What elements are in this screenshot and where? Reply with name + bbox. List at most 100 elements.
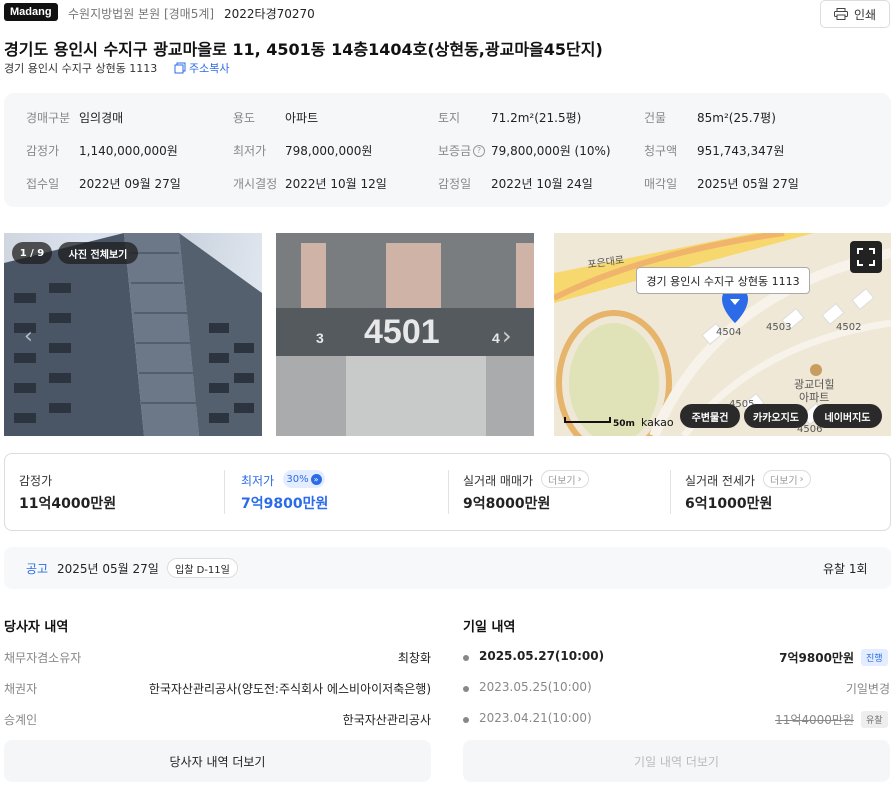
bid-dday-badge: 입찰 D-11일	[167, 558, 238, 578]
min-price-rate-badge[interactable]: 30% »	[283, 470, 325, 488]
svg-text:4501: 4501	[364, 313, 440, 351]
info-label: 매각일	[644, 177, 678, 191]
fullscreen-icon	[857, 248, 875, 266]
property-photo-number[interactable]: 3 4501 4 ›	[276, 233, 534, 436]
schedule-date: 2023.04.21(10:00)	[479, 711, 592, 725]
prev-arrow-icon: ‹	[24, 324, 33, 349]
info-value: 2022년 10월 24일	[491, 177, 593, 191]
actual-sale-value: 9억8000만원	[463, 496, 551, 512]
printer-icon	[833, 8, 848, 20]
copy-address-label: 주소복사	[189, 62, 230, 75]
party-label: 채권자	[4, 682, 38, 696]
more-label: 더보기	[548, 475, 576, 487]
info-value: 71.2m²(21.5평)	[491, 111, 582, 125]
info-value: 2022년 09월 27일	[79, 177, 181, 191]
parties-title: 당사자 내역	[4, 620, 69, 635]
actual-sale-label: 실거래 매매가	[463, 474, 534, 488]
next-arrow-icon: ›	[502, 322, 512, 350]
svg-text:4504: 4504	[716, 327, 741, 338]
min-price-rate: 30%	[286, 473, 309, 485]
svg-text:광교더힐: 광교더힐	[794, 378, 834, 391]
schedule-more-button[interactable]: 기일 내역 더보기	[463, 740, 890, 782]
auction-result: 유찰 1회	[823, 562, 868, 576]
info-value: 85m²(25.7평)	[697, 111, 776, 125]
schedule-value: 11억4000만원	[775, 713, 854, 727]
madang-logo[interactable]: Madang	[4, 3, 58, 21]
price-divider	[448, 470, 449, 514]
info-label: 감정일	[438, 177, 472, 191]
actual-rent-label: 실거래 전세가	[685, 474, 756, 488]
info-label: 감정가	[26, 144, 60, 158]
party-value: 한국자산관리공사(양도전:주식회사 에스비아이저축은행)	[148, 682, 431, 696]
notice-label: 공고	[26, 562, 49, 576]
info-value: 2022년 10월 12일	[285, 177, 387, 191]
svg-text:4503: 4503	[766, 322, 791, 333]
print-button[interactable]: 인쇄	[820, 0, 890, 28]
svg-text:50m: 50m	[613, 419, 635, 429]
svg-text:kakao: kakao	[641, 416, 674, 429]
min-price-label: 최저가	[241, 474, 275, 488]
poi-icon	[810, 364, 822, 376]
appraisal-label: 감정가	[19, 474, 53, 488]
photo-counter: 1 / 9	[12, 242, 52, 264]
naver-map-button[interactable]: 네이버지도	[813, 404, 882, 428]
timeline-dot	[463, 717, 469, 723]
timeline-dot	[463, 655, 469, 661]
info-label: 경매구분	[26, 111, 71, 125]
nearby-listings-button[interactable]: 주변물건	[680, 404, 740, 428]
chevron-right-icon: ›	[799, 473, 804, 485]
appraisal-value: 11억4000만원	[19, 496, 117, 512]
map-address-tooltip: 경기 용인시 수지구 상현동 1113	[636, 267, 810, 294]
double-chevron-down-icon: »	[310, 473, 322, 485]
court-name: 수원지방법원 본원 [경매5계]	[68, 7, 215, 21]
info-label: 청구액	[644, 144, 678, 158]
info-label: 최저가	[233, 144, 267, 158]
svg-text:3: 3	[316, 330, 324, 346]
info-value: 79,800,000원 (10%)	[491, 144, 611, 158]
view-all-photos-button[interactable]: 사진 전체보기	[58, 242, 138, 264]
party-value: 최창화	[397, 651, 431, 665]
info-label: 개시결정	[233, 177, 278, 191]
info-label: 용도	[233, 111, 256, 125]
price-divider	[670, 470, 671, 514]
print-label: 인쇄	[853, 7, 877, 22]
info-value: 임의경매	[79, 111, 124, 125]
schedule-title: 기일 내역	[463, 620, 516, 635]
schedule-value: 기일변경	[845, 682, 890, 696]
actual-sale-more-button[interactable]: 더보기 ›	[541, 470, 589, 488]
status-badge: 진행	[861, 649, 888, 666]
schedule-value: 7억9800만원	[779, 651, 854, 665]
more-label: 더보기	[770, 475, 798, 487]
info-label: 토지	[438, 111, 461, 125]
schedule-date: 2023.05.25(10:00)	[479, 680, 592, 694]
svg-text:4: 4	[492, 330, 500, 346]
map-fullscreen-button[interactable]	[850, 241, 882, 273]
actual-rent-more-button[interactable]: 더보기 ›	[763, 470, 811, 488]
info-value: 1,140,000,000원	[79, 144, 178, 158]
timeline-dot	[463, 686, 469, 692]
party-label: 채무자겸소유자	[4, 651, 82, 665]
building-sign-illustration: 3 4501 4 ›	[276, 233, 534, 436]
party-value: 한국자산관리공사	[342, 713, 431, 727]
min-price-value: 7억9800만원	[241, 496, 329, 512]
svg-text:4502: 4502	[836, 322, 861, 333]
svg-text:아파트: 아파트	[799, 391, 829, 404]
info-value: 951,743,347원	[697, 144, 785, 158]
schedule-date: 2025.05.27(10:00)	[479, 649, 605, 663]
notice-date: 2025년 05월 27일	[57, 562, 159, 576]
chevron-right-icon: ›	[577, 473, 582, 485]
page-title: 경기도 용인시 수지구 광교마을로 11, 4501동 14층1404호(상현동…	[4, 40, 603, 59]
price-divider	[224, 470, 225, 514]
copy-icon	[174, 62, 186, 74]
info-value: 798,000,000원	[285, 144, 373, 158]
info-label: 보증금	[438, 144, 472, 158]
kakao-map-button[interactable]: 카카오지도	[744, 404, 808, 428]
actual-rent-value: 6억1000만원	[685, 496, 773, 512]
case-number: 2022타경70270	[224, 7, 315, 21]
party-label: 승계인	[4, 713, 38, 727]
info-value: 2025년 05월 27일	[697, 177, 799, 191]
help-icon[interactable]: ?	[473, 145, 485, 157]
copy-address-button[interactable]: 주소복사	[174, 60, 229, 76]
parties-more-button[interactable]: 당사자 내역 더보기	[4, 740, 431, 782]
sub-address: 경기 용인시 수지구 상현동 1113	[4, 62, 158, 75]
